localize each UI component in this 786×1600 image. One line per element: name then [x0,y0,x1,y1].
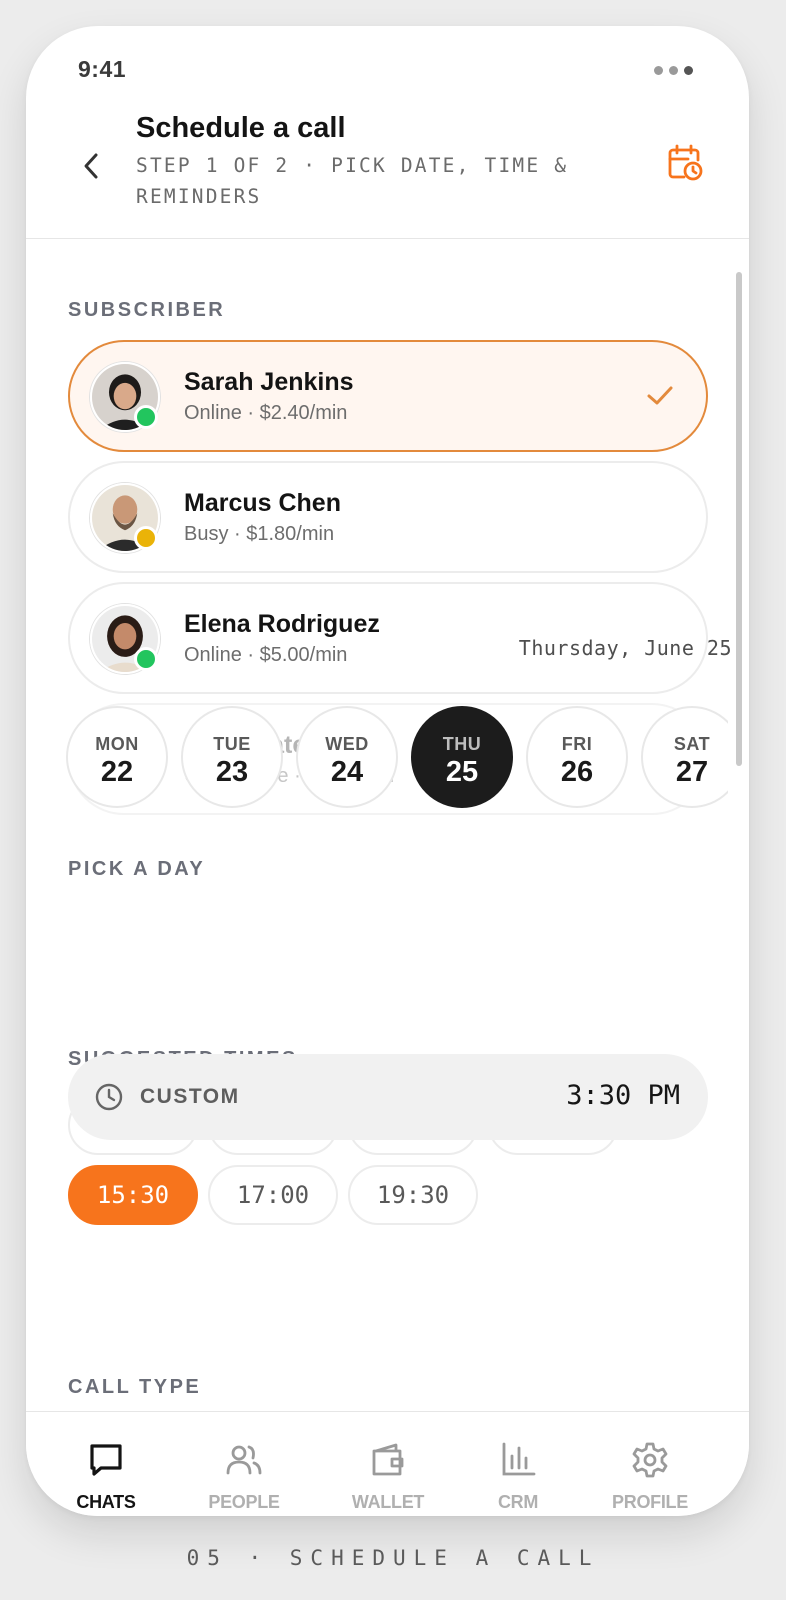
day-number: 25 [445,756,479,788]
custom-time-value: 3:30 PM [566,1080,680,1111]
day-number: 27 [675,756,709,788]
nav-wallet[interactable]: WALLET [328,1412,448,1516]
chat-bubble-icon [90,1444,122,1476]
nav-profile[interactable]: PROFILE [590,1412,710,1516]
nav-chats[interactable]: CHATS [46,1412,166,1516]
day-number: 23 [215,756,249,788]
day-of-week: FRI [561,734,593,754]
day-of-week: TUE [213,734,251,754]
day-of-week: SAT [673,734,711,754]
day-chip-thu[interactable]: THU 25 [411,706,513,808]
presence-dot-online [134,647,158,671]
subscriber-card-marcus[interactable]: Marcus Chen Busy · $1.80/min [68,461,708,573]
gear-icon [632,1442,668,1478]
calendar-clock-icon[interactable] [666,144,704,182]
page-title: Schedule a call [136,112,346,144]
check-icon [647,386,673,405]
nav-label: CHATS [76,1492,136,1512]
nav-label: WALLET [351,1492,425,1512]
scroll-content[interactable]: SUBSCRIBER Sarah Jenkins Online · $2.40/… [26,239,749,1411]
wallet-icon [372,1443,404,1476]
day-chip-sat[interactable]: SAT 27 [641,706,728,808]
day-number: 26 [560,756,594,788]
time-chip-1930[interactable]: 19:30 [348,1165,478,1225]
call-type-section-label: CALL TYPE [68,1376,202,1398]
bar-chart-icon [502,1442,536,1476]
subscriber-meta: Busy · $1.80/min [184,523,335,545]
nav-label: PEOPLE [208,1492,280,1512]
bottom-nav: CHATS PEOPLE WALLET CRM PROFILE [26,1411,749,1516]
day-chip-mon[interactable]: MON 22 [66,706,168,808]
clock-icon [95,1083,123,1111]
presence-dot-online [134,405,158,429]
pick-day-section-label: PICK A DAY [68,858,206,880]
back-chevron-icon[interactable] [74,148,110,184]
people-icon [226,1445,262,1475]
custom-time-label: CUSTOM [140,1085,240,1108]
day-of-week: THU [442,734,482,754]
nav-people[interactable]: PEOPLE [184,1412,304,1516]
day-chip-wed[interactable]: WED 24 [296,706,398,808]
subscriber-name: Sarah Jenkins [184,368,354,396]
day-chip-tue[interactable]: TUE 23 [181,706,283,808]
phone-frame: 9:41 Schedule a call STEP 1 OF 2 · PICK … [26,26,749,1516]
subscriber-meta: Online · $2.40/min [184,402,348,424]
day-of-week: MON [95,734,139,754]
scrollbar[interactable] [736,272,742,766]
nav-label: CRM [497,1492,539,1512]
custom-time-field[interactable]: CUSTOM 3:30 PM [68,1054,708,1140]
step-subtitle: STEP 1 OF 2 · PICK DATE, TIME & REMINDER… [136,154,569,208]
day-of-week: WED [325,734,369,754]
nav-label: PROFILE [612,1492,688,1512]
screen-caption: 05 · SCHEDULE A CALL [186,1546,600,1570]
subscriber-meta: Online · $5.00/min [184,644,348,666]
nav-crm[interactable]: CRM [458,1412,578,1516]
day-number: 24 [330,756,364,788]
status-dots-icon [654,66,693,75]
time-chip-1700[interactable]: 17:00 [208,1165,338,1225]
day-picker[interactable]: MON 22 TUE 23 WED 24 THU 25 FRI 26 SAT 27 [66,706,728,810]
presence-dot-busy [134,526,158,550]
day-number: 22 [100,756,134,788]
status-time: 9:41 [78,56,127,82]
time-chip-1530[interactable]: 15:30 [68,1165,198,1225]
selected-date: Thursday, June 25 [518,636,732,660]
subscriber-card-sarah[interactable]: Sarah Jenkins Online · $2.40/min [68,340,708,452]
subscriber-name: Marcus Chen [184,489,341,517]
subscriber-name: Elena Rodriguez [184,610,380,638]
day-chip-fri[interactable]: FRI 26 [526,706,628,808]
subscriber-section-label: SUBSCRIBER [68,299,226,321]
